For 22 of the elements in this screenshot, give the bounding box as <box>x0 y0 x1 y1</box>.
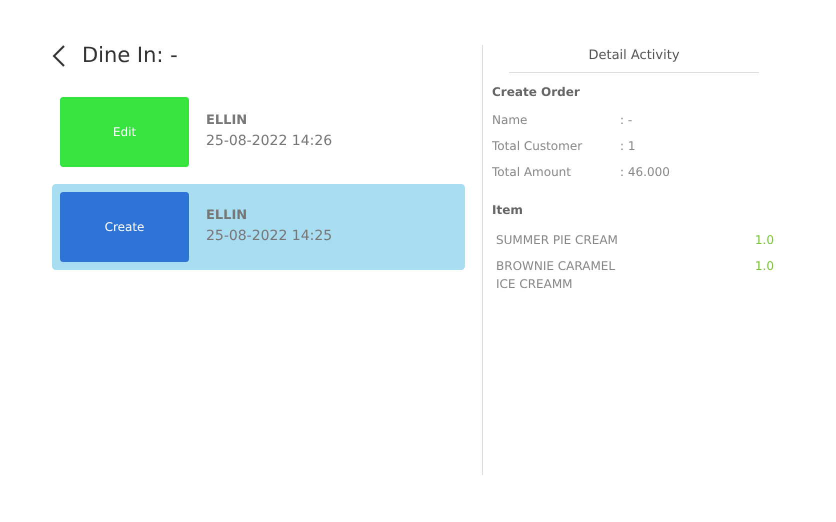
activity-user: ELLIN <box>206 207 248 226</box>
detail-title: Detail Activity <box>588 47 680 65</box>
field-label: Total Customer <box>492 138 584 154</box>
activity-row[interactable]: Create ELLIN 25-08-2022 14:25 <box>52 184 465 270</box>
field-value: : 46.000 <box>620 164 670 180</box>
items-heading: Item <box>492 202 524 218</box>
item-name: SUMMER PIE CREAM <box>496 232 619 248</box>
section-heading: Create Order <box>492 84 581 100</box>
field-value: : - <box>620 112 632 128</box>
item-quantity: 1.0 <box>754 258 774 274</box>
activity-user: ELLIN <box>206 112 248 130</box>
field-label: Total Amount <box>492 164 572 180</box>
field-value: : 1 <box>620 138 636 154</box>
activity-type-badge: Create <box>60 192 189 262</box>
field-label: Name <box>492 112 528 128</box>
item-name: BROWNIE CARAMEL ICE CREAMM <box>496 258 616 292</box>
activity-time: 25-08-2022 14:25 <box>206 226 332 246</box>
item-quantity: 1.0 <box>754 232 774 248</box>
activity-type-badge: Edit <box>60 96 189 166</box>
back-icon[interactable] <box>52 44 66 68</box>
activity-time: 25-08-2022 14:26 <box>206 132 332 151</box>
page-title: Dine In: - <box>82 42 178 69</box>
